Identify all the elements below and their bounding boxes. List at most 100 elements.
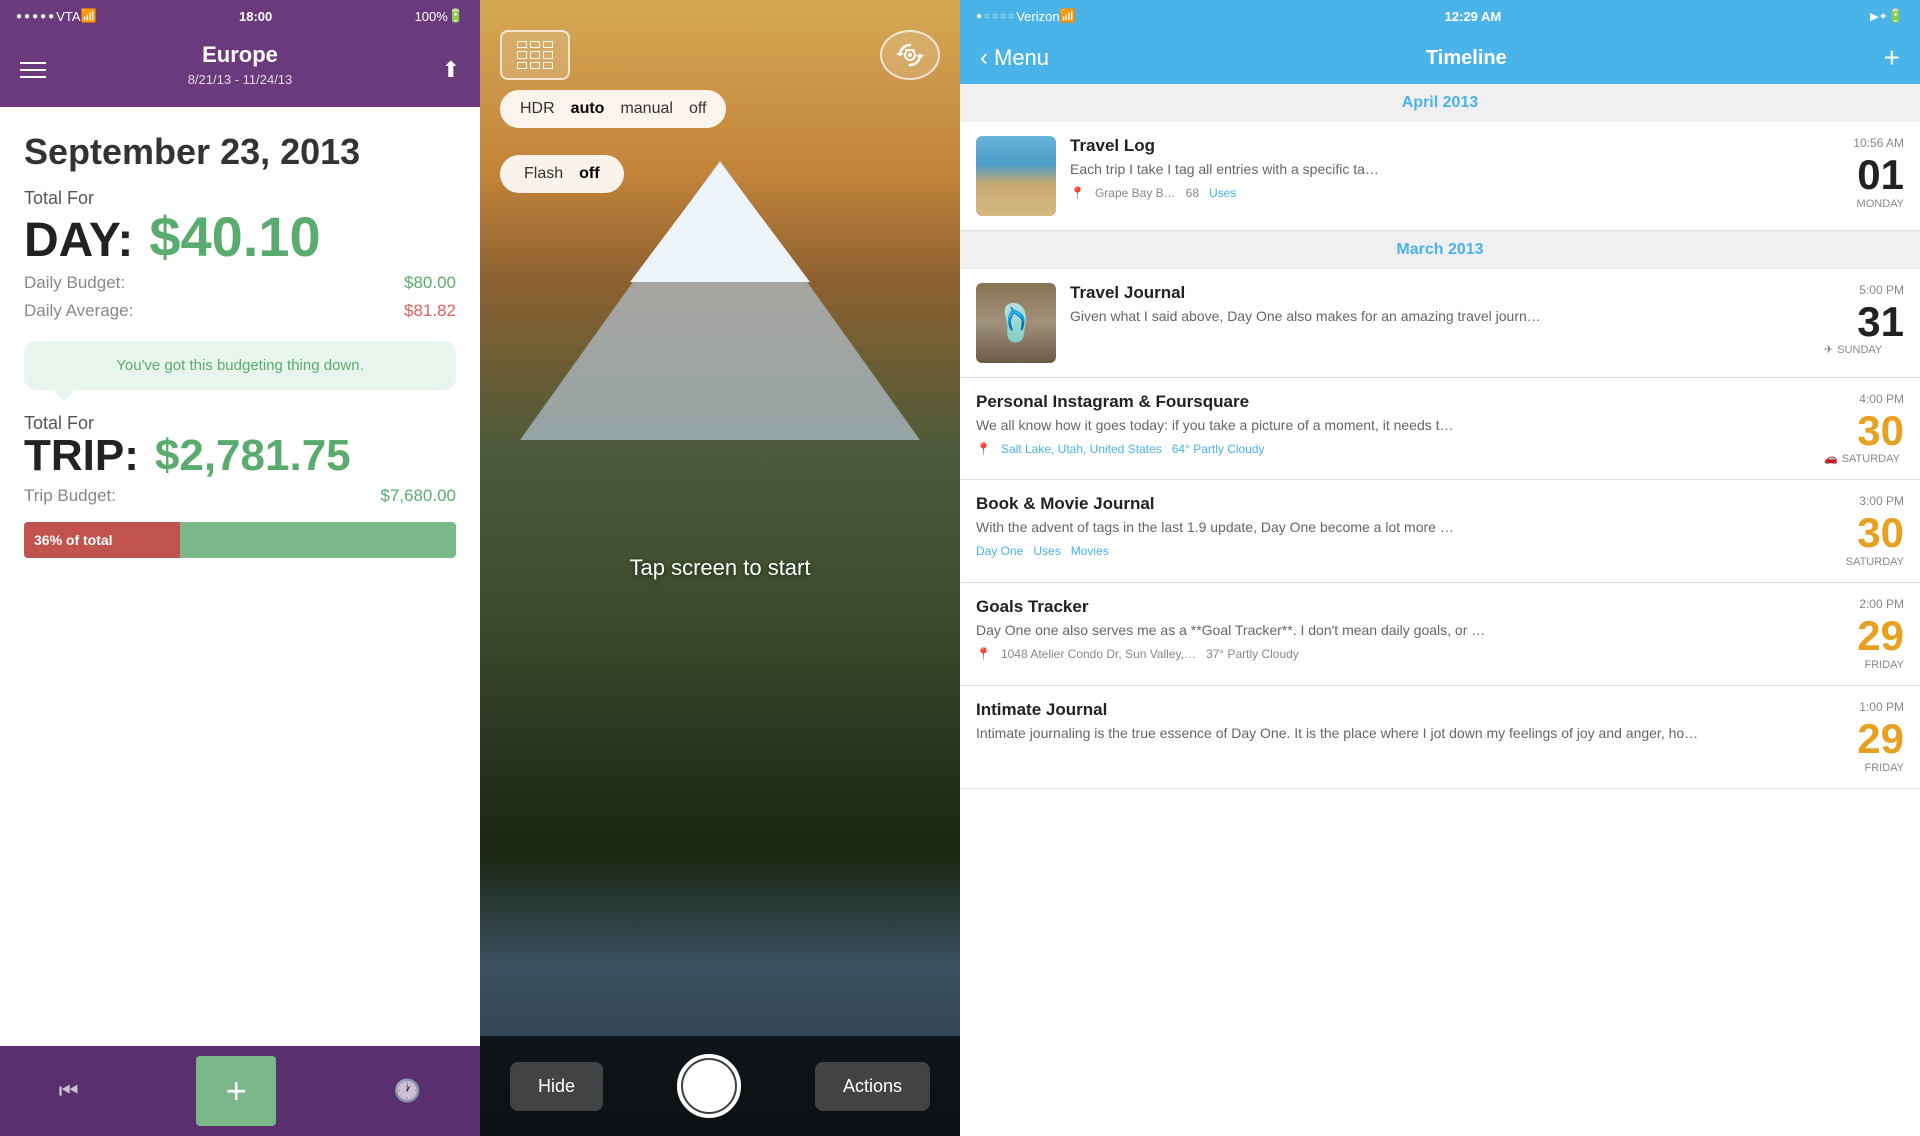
p1-average-value: $81.82 [404, 301, 456, 321]
p3-entry-right: 1:00 PM 29 FRIDAY [1824, 700, 1904, 774]
p1-progress-bar-bg: 36% of total [24, 522, 456, 558]
camera-panel: HDR auto manual off Flash off Tap screen… [480, 0, 960, 1136]
p1-trip-budget-row: Trip Budget: $7,680.00 [24, 486, 456, 506]
p3-entry-content: Travel Journal Given what I said above, … [1070, 283, 1810, 333]
p3-day-name: FRIDAY [1824, 659, 1904, 671]
p1-average-label: Daily Average: [24, 301, 133, 321]
p2-flip-camera-button[interactable] [880, 30, 940, 80]
p2-hide-button[interactable]: Hide [510, 1062, 603, 1111]
p1-footer-back-icon[interactable]: ⏮ [59, 1078, 79, 1104]
p3-entry-text: Given what I said above, Day One also ma… [1070, 307, 1810, 327]
p3-day-num: 30 [1824, 512, 1904, 554]
p3-day-name: SATURDAY [1824, 556, 1904, 568]
p2-grid-button[interactable] [500, 30, 570, 80]
table-row[interactable]: Intimate Journal Intimate journaling is … [960, 686, 1920, 789]
p3-entry-content: Intimate Journal Intimate journaling is … [976, 700, 1810, 750]
p3-tag-uses[interactable]: Uses [1209, 186, 1236, 200]
timeline-panel: ●○○○○ Verizon 📶 12:29 AM ▶ ✦ 🔋 ‹ Menu Ti… [960, 0, 1920, 1136]
mountain-snow [630, 162, 810, 282]
table-row[interactable]: Travel Log Each trip I take I tag all en… [960, 122, 1920, 231]
p3-entry-meta: Day One Uses Movies [976, 544, 1810, 558]
table-row[interactable]: Personal Instagram & Foursquare We all k… [960, 378, 1920, 480]
p3-location-icon: 📍 [976, 442, 991, 456]
p2-hdr-auto[interactable]: auto [571, 100, 605, 118]
p1-budget-row: Daily Budget: $80.00 [24, 273, 456, 293]
p3-entry-content: Book & Movie Journal With the advent of … [976, 494, 1810, 558]
p3-time: 2:00 PM [1824, 597, 1904, 611]
p3-day-num: 01 [1824, 154, 1904, 196]
p3-day-name: FRIDAY [1824, 762, 1904, 774]
table-row[interactable]: Book & Movie Journal With the advent of … [960, 480, 1920, 583]
p2-actions-button[interactable]: Actions [815, 1062, 930, 1111]
p2-tap-text: Tap screen to start [630, 555, 811, 581]
p3-month-april: April 2013 [960, 84, 1920, 122]
p1-footer-clock-icon[interactable]: 🕐 [394, 1078, 421, 1104]
p1-trip-value: $2,781.75 [155, 434, 351, 478]
p1-trip-budget-value: $7,680.00 [380, 486, 456, 506]
p1-footer: ⏮ + 🕐 [0, 1046, 480, 1136]
p3-thumb-beach [976, 136, 1056, 216]
p1-day-section: Total For DAY: $40.10 Daily Budget: $80.… [24, 189, 456, 321]
table-row[interactable]: Goals Tracker Day One one also serves me… [960, 583, 1920, 686]
p2-flash-pill[interactable]: Flash off [500, 155, 624, 193]
p3-location: Salt Lake, Utah, United States [1001, 442, 1162, 456]
p2-hdr-control[interactable]: HDR auto manual off [500, 90, 940, 128]
p3-day-num: 30 [1824, 410, 1904, 452]
p2-shutter-button[interactable] [677, 1054, 741, 1118]
p3-day-name-row: 🚗 SATURDAY [1824, 452, 1904, 465]
p1-trip-dates: 8/21/13 - 11/24/13 [20, 72, 460, 87]
p1-budget-value: $80.00 [404, 273, 456, 293]
p3-entry-content: Personal Instagram & Foursquare We all k… [976, 392, 1810, 456]
p3-add-button[interactable]: + [1884, 42, 1900, 74]
p3-bt-icon: ✦ [1879, 10, 1888, 23]
table-row[interactable]: 🩴 Travel Journal Given what I said above… [960, 269, 1920, 378]
p1-carrier: VTA [56, 9, 80, 24]
p3-entry-title: Intimate Journal [976, 700, 1810, 720]
p3-tag-uses[interactable]: Uses [1033, 544, 1060, 558]
p1-add-button[interactable]: + [196, 1056, 276, 1126]
p2-hdr-pill[interactable]: HDR auto manual off [500, 90, 726, 128]
p3-tag-movies[interactable]: Movies [1071, 544, 1109, 558]
p3-entry-text: Day One one also serves me as a **Goal T… [976, 621, 1810, 641]
p3-car-icon: 🚗 [1824, 452, 1838, 465]
p1-date: September 23, 2013 [24, 131, 456, 173]
p2-hdr-manual[interactable]: manual [620, 100, 672, 118]
p3-tag-dayone[interactable]: Day One [976, 544, 1023, 558]
p3-status-bar: ●○○○○ Verizon 📶 12:29 AM ▶ ✦ 🔋 [960, 0, 1920, 32]
p3-entry-title: Personal Instagram & Foursquare [976, 392, 1810, 412]
p2-hdr-off[interactable]: off [689, 100, 707, 118]
p2-controls-top [480, 20, 960, 90]
p2-flash-value[interactable]: off [579, 165, 599, 183]
p2-flash-label: Flash [524, 165, 563, 183]
p3-entry-title: Goals Tracker [976, 597, 1810, 617]
p3-time: 1:00 PM [1824, 700, 1904, 714]
p1-trip-budget-label: Trip Budget: [24, 486, 116, 506]
p3-time: 10:56 AM [1824, 136, 1904, 150]
p1-battery: 100% [415, 9, 448, 24]
p1-share-icon[interactable]: ⬆ [442, 57, 460, 83]
p3-weather: 37° Partly Cloudy [1206, 647, 1299, 661]
p3-day-num: 31 [1824, 301, 1904, 343]
p1-header: Europe 8/21/13 - 11/24/13 ⬆ [0, 32, 480, 107]
p1-message-bubble: You've got this budgeting thing down. [24, 341, 456, 390]
p1-time: 18:00 [239, 9, 272, 24]
budget-panel: ●●●●● VTA 📶 18:00 100% 🔋 Europe 8/21/13 … [0, 0, 480, 1136]
p1-progress-bar-fill: 36% of total [24, 522, 180, 558]
p2-flash-control[interactable]: Flash off [500, 155, 624, 193]
p3-entry-right: 10:56 AM 01 MONDAY [1824, 136, 1904, 210]
p1-trip-title: Europe [20, 42, 460, 68]
p3-entry-meta: 📍 Grape Bay B… 68 Uses [1070, 186, 1810, 200]
p1-day-value: $40.10 [149, 209, 320, 265]
p1-menu-icon[interactable] [20, 62, 46, 78]
p3-back-button[interactable]: ‹ Menu [980, 44, 1049, 72]
p2-bottom-bar: Hide Actions [480, 1036, 960, 1136]
p3-entry-content: Travel Log Each trip I take I tag all en… [1070, 136, 1810, 200]
p3-entry-text: We all know how it goes today: if you ta… [976, 416, 1810, 436]
p3-location-icon: 📍 [976, 647, 991, 661]
p3-plane-icon: ✈ [1824, 343, 1833, 356]
p3-entry-right: 5:00 PM 31 ✈ SUNDAY [1824, 283, 1904, 356]
p3-entry-right: 4:00 PM 30 🚗 SATURDAY [1824, 392, 1904, 465]
p1-progress-container: 36% of total [24, 522, 456, 558]
p3-signal: ●○○○○ [976, 11, 1016, 22]
p3-time: 12:29 AM [1445, 9, 1502, 24]
